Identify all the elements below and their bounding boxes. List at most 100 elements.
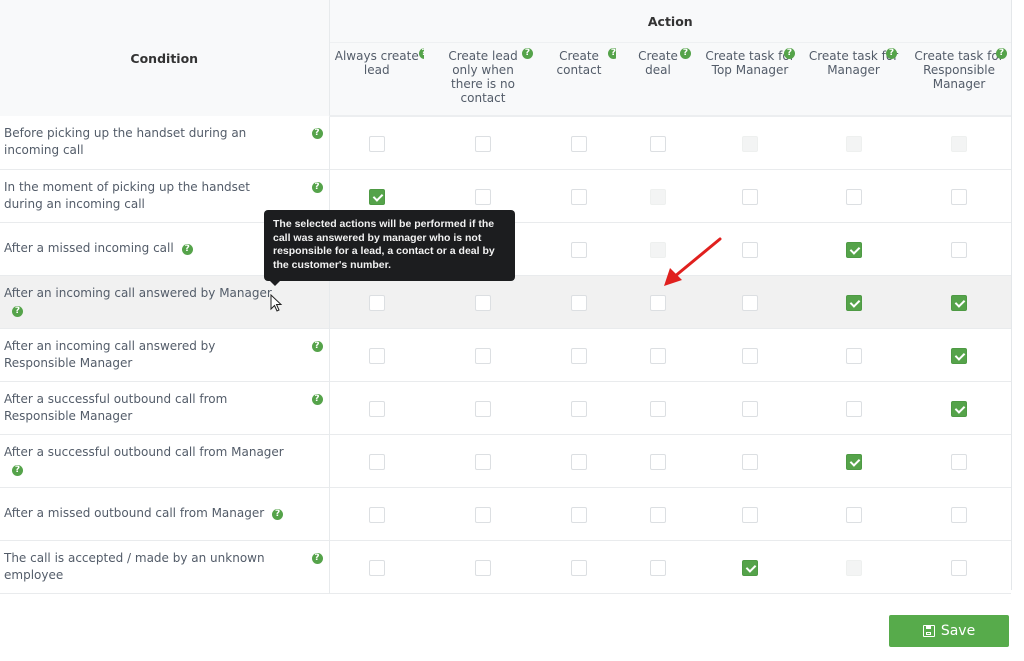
action-checkbox[interactable] xyxy=(951,347,968,364)
help-icon[interactable]: ? xyxy=(181,244,193,255)
action-checkbox[interactable] xyxy=(951,453,968,470)
help-icon[interactable]: ? xyxy=(522,48,533,59)
action-checkbox[interactable] xyxy=(951,188,968,205)
lead-settings-table-container: Condition Action Always create lead?Crea… xyxy=(0,0,1012,593)
help-icon[interactable]: ? xyxy=(311,393,323,405)
action-checkbox[interactable] xyxy=(571,453,587,470)
help-icon[interactable]: ? xyxy=(311,181,323,193)
help-icon[interactable]: ? xyxy=(784,48,795,59)
action-checkbox[interactable] xyxy=(475,453,491,470)
help-icon[interactable]: ? xyxy=(886,48,897,59)
action-cell xyxy=(907,434,1011,487)
action-checkbox[interactable] xyxy=(368,400,385,417)
action-cell xyxy=(542,222,616,275)
action-checkbox[interactable] xyxy=(650,506,666,523)
condition-label: After a successful outbound call from Ma… xyxy=(4,444,284,459)
action-checkbox[interactable] xyxy=(475,400,491,417)
action-cell xyxy=(329,434,424,487)
action-checkbox[interactable] xyxy=(571,188,587,205)
action-checkbox[interactable] xyxy=(368,453,385,470)
action-checkbox[interactable] xyxy=(845,400,862,417)
action-cell xyxy=(700,540,800,593)
action-cell xyxy=(800,116,907,169)
action-cell xyxy=(800,540,907,593)
help-icon[interactable]: ? xyxy=(12,305,23,317)
action-cell xyxy=(424,381,542,434)
action-checkbox[interactable] xyxy=(742,188,758,205)
action-checkbox[interactable] xyxy=(571,506,587,523)
action-checkbox[interactable] xyxy=(368,347,385,364)
action-checkbox[interactable] xyxy=(845,188,862,205)
action-checkbox[interactable] xyxy=(475,559,491,576)
action-checkbox[interactable] xyxy=(571,559,587,576)
action-checkbox[interactable] xyxy=(475,294,491,311)
condition-row: Before picking up the handset during an … xyxy=(0,116,1012,169)
action-checkbox[interactable] xyxy=(571,294,587,311)
action-checkbox[interactable] xyxy=(650,400,666,417)
action-checkbox[interactable] xyxy=(650,453,666,470)
action-checkbox[interactable] xyxy=(845,241,862,258)
action-checkbox[interactable] xyxy=(571,347,587,364)
action-checkbox[interactable] xyxy=(650,135,666,152)
action-checkbox[interactable] xyxy=(951,400,968,417)
column-header: Create deal? xyxy=(616,42,700,117)
condition-label: Before picking up the handset during an … xyxy=(4,126,247,158)
action-checkbox[interactable] xyxy=(742,506,758,523)
help-icon[interactable]: ? xyxy=(311,340,323,352)
action-checkbox[interactable] xyxy=(845,506,862,523)
action-cell xyxy=(616,434,700,487)
action-checkbox[interactable] xyxy=(951,294,968,311)
action-cell xyxy=(424,487,542,540)
action-cell xyxy=(616,169,700,222)
action-checkbox[interactable] xyxy=(368,506,385,523)
help-icon[interactable]: ? xyxy=(311,128,323,139)
action-cell xyxy=(800,328,907,381)
action-checkbox[interactable] xyxy=(951,559,968,576)
action-checkbox[interactable] xyxy=(951,506,968,523)
help-icon[interactable]: ? xyxy=(311,552,323,564)
action-checkbox[interactable] xyxy=(650,294,666,311)
help-icon[interactable]: ? xyxy=(680,48,691,59)
action-checkbox[interactable] xyxy=(742,294,758,311)
action-checkbox[interactable] xyxy=(475,347,491,364)
action-checkbox[interactable] xyxy=(650,559,666,576)
action-checkbox[interactable] xyxy=(845,347,862,364)
condition-label: After an incoming call answered by Respo… xyxy=(4,338,216,370)
action-checkbox[interactable] xyxy=(845,453,862,470)
column-header-label: Create task for Responsible Manager xyxy=(914,49,1004,91)
save-button-label: Save xyxy=(940,623,976,639)
action-checkbox[interactable] xyxy=(571,400,587,417)
action-checkbox[interactable] xyxy=(368,559,385,576)
save-button[interactable]: Save xyxy=(889,615,1009,647)
column-header-label: Always create lead xyxy=(334,49,419,77)
action-checkbox[interactable] xyxy=(742,453,758,470)
action-checkbox[interactable] xyxy=(475,506,491,523)
help-icon[interactable]: ? xyxy=(12,464,23,476)
action-checkbox[interactable] xyxy=(951,241,968,258)
action-checkbox[interactable] xyxy=(571,241,587,258)
action-checkbox[interactable] xyxy=(368,294,385,311)
action-cell xyxy=(800,222,907,275)
action-checkbox[interactable] xyxy=(571,135,587,152)
action-checkbox[interactable] xyxy=(475,188,491,205)
action-cell xyxy=(800,275,907,328)
action-checkbox[interactable] xyxy=(845,294,862,311)
action-checkbox[interactable] xyxy=(368,135,385,152)
action-checkbox[interactable] xyxy=(742,559,758,576)
action-checkbox[interactable] xyxy=(742,347,758,364)
help-icon[interactable]: ? xyxy=(996,48,1007,59)
help-icon[interactable]: ? xyxy=(272,509,284,520)
condition-cell: After a successful outbound call from Ma… xyxy=(0,434,330,487)
action-cell xyxy=(616,116,700,169)
action-checkbox[interactable] xyxy=(368,188,385,205)
action-checkbox[interactable] xyxy=(475,135,491,152)
action-cell xyxy=(542,275,616,328)
action-cell xyxy=(907,381,1011,434)
action-cell xyxy=(700,434,800,487)
action-checkbox[interactable] xyxy=(650,347,666,364)
column-header: Create task for Top Manager? xyxy=(700,42,800,117)
condition-row: After a successful outbound call from Ma… xyxy=(0,434,1012,487)
action-checkbox[interactable] xyxy=(742,241,758,258)
action-cell xyxy=(700,328,800,381)
action-checkbox[interactable] xyxy=(742,400,758,417)
